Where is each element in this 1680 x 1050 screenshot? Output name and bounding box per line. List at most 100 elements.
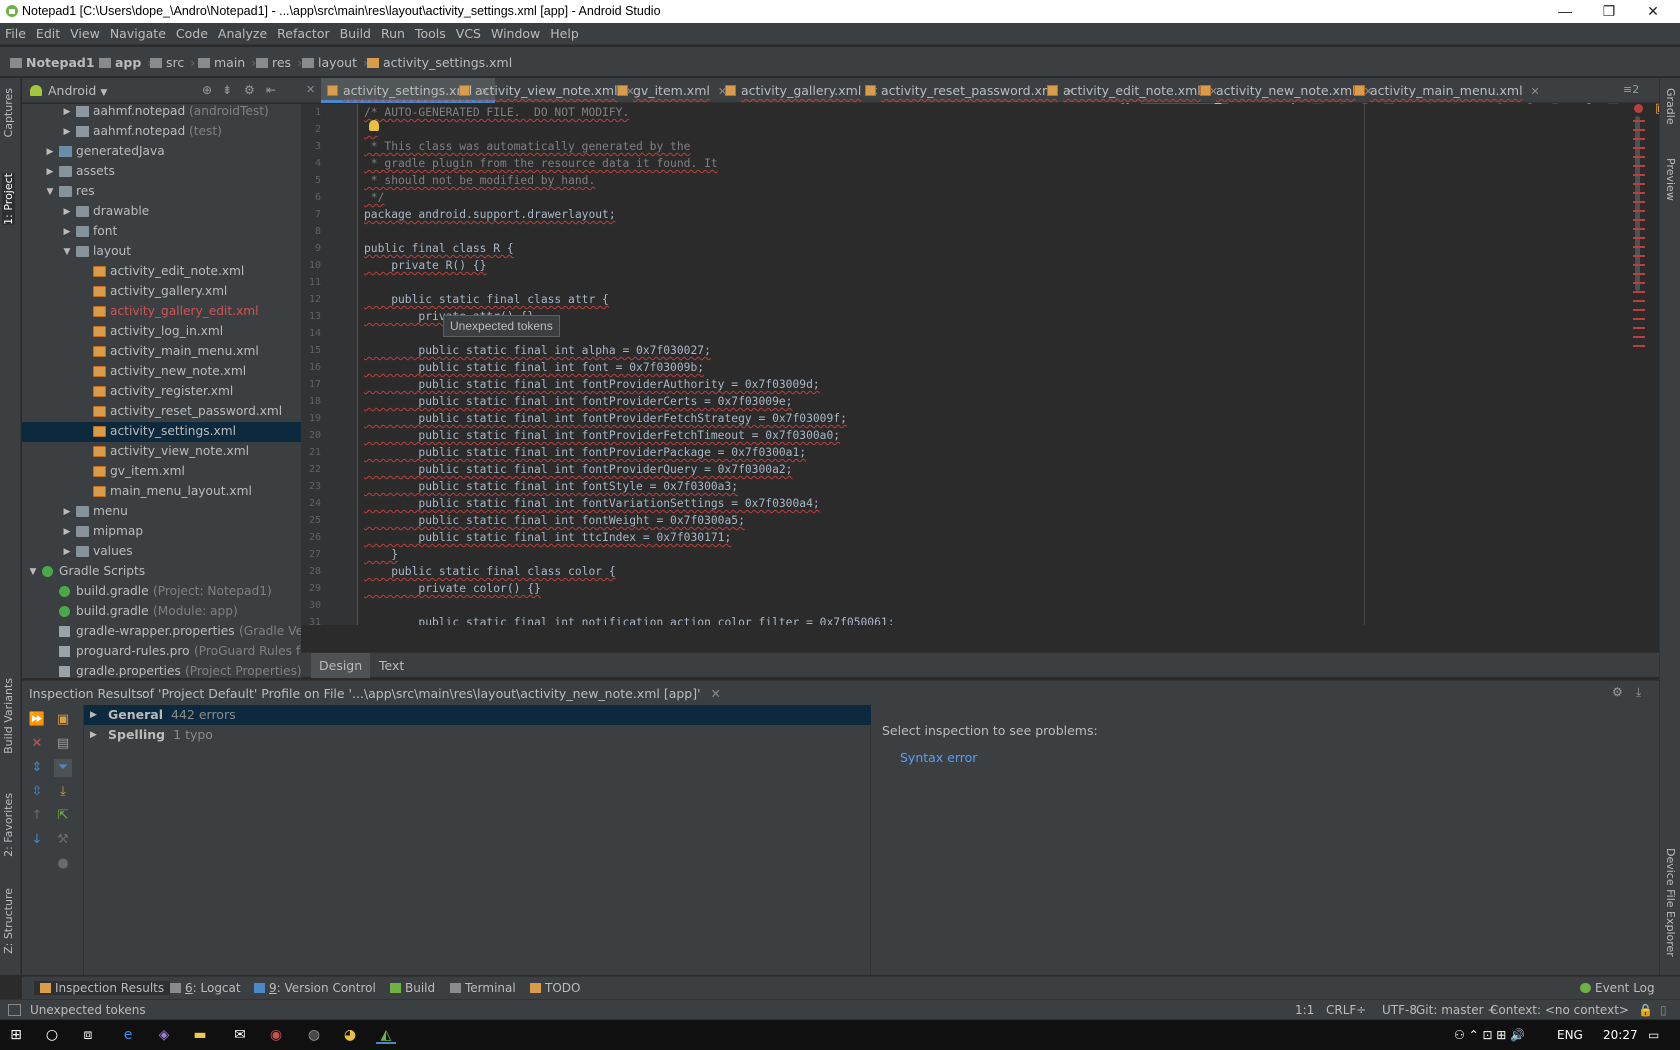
file-explorer-icon[interactable]: ▬ bbox=[190, 1026, 210, 1044]
expand-arrow-icon[interactable]: ▶ bbox=[62, 503, 72, 522]
close-icon[interactable]: ✕ bbox=[711, 686, 721, 701]
tab-design[interactable]: Design bbox=[311, 653, 371, 678]
lightbulb-icon[interactable]: ● bbox=[54, 855, 72, 873]
favorites-tab[interactable]: 2: Favorites bbox=[2, 793, 15, 857]
tree-node[interactable]: ▶ aahmf.notepad (androidTest) bbox=[22, 104, 301, 122]
tree-node[interactable]: activity_new_note.xml bbox=[22, 362, 301, 382]
error-marker[interactable] bbox=[1633, 192, 1645, 194]
tree-node[interactable]: activity_settings.xml bbox=[22, 422, 301, 442]
expand-arrow-icon[interactable]: ▶ bbox=[45, 163, 55, 182]
error-marker[interactable] bbox=[1633, 327, 1645, 329]
arrow-down-icon[interactable]: ↓ bbox=[28, 831, 46, 849]
error-marker[interactable] bbox=[1633, 318, 1645, 320]
import-icon[interactable]: ⤓ bbox=[54, 783, 72, 801]
breadcrumb-app[interactable]: app› bbox=[99, 55, 152, 70]
clock[interactable]: 20:27 bbox=[1603, 1028, 1638, 1042]
tab-terminal[interactable]: Terminal bbox=[450, 981, 516, 995]
editor-tab[interactable]: gv_item.xml ✕ bbox=[611, 78, 733, 103]
android-studio-taskbar-icon[interactable]: ◭ bbox=[376, 1026, 396, 1044]
event-log-button[interactable]: Event Log bbox=[1580, 981, 1655, 995]
error-marker[interactable] bbox=[1633, 336, 1645, 338]
project-view-select[interactable]: Android ▼ bbox=[30, 83, 107, 98]
caret-position[interactable]: 1:1 bbox=[1295, 1003, 1314, 1017]
gear-icon[interactable]: ⚙ bbox=[244, 83, 255, 97]
project-tab[interactable]: 1: Project bbox=[2, 173, 15, 225]
menu-tools[interactable]: Tools bbox=[410, 23, 451, 41]
quick-fix-icon[interactable]: ⚒ bbox=[54, 831, 72, 849]
inspection-group-general[interactable]: ▶ General 442 errors bbox=[84, 705, 871, 725]
tree-node[interactable]: ▶ aahmf.notepad (test) bbox=[22, 122, 301, 142]
filter-icon[interactable]: ⏷ bbox=[54, 759, 72, 777]
close-icon[interactable]: ✕ bbox=[306, 83, 315, 96]
error-marker[interactable] bbox=[1633, 345, 1645, 347]
menu-analyze[interactable]: Analyze bbox=[213, 23, 272, 41]
tree-node[interactable]: activity_gallery_edit.xml bbox=[22, 302, 301, 322]
lightbulb-icon[interactable] bbox=[369, 120, 379, 131]
menu-edit[interactable]: Edit bbox=[31, 23, 65, 41]
windows-start-icon[interactable]: ⊞ bbox=[6, 1026, 26, 1044]
error-marker[interactable] bbox=[1633, 309, 1645, 311]
collapse-arrow-icon[interactable]: ▼ bbox=[45, 183, 55, 202]
tree-node[interactable]: ▶ values bbox=[22, 542, 301, 562]
mail-icon[interactable]: ✉ bbox=[230, 1026, 250, 1044]
tab-inspection-results[interactable]: Inspection Results bbox=[34, 981, 171, 995]
context-indicator[interactable]: Context: <no context> bbox=[1490, 1003, 1629, 1017]
tree-node[interactable]: ▶ generatedJava bbox=[22, 142, 301, 162]
breadcrumb-project[interactable]: Notepad1› bbox=[10, 55, 106, 70]
error-marker[interactable] bbox=[1633, 219, 1645, 221]
tree-node[interactable]: activity_view_note.xml bbox=[22, 442, 301, 462]
error-marker[interactable] bbox=[1633, 183, 1645, 185]
collapse-arrow-icon[interactable]: ▼ bbox=[62, 243, 72, 262]
notifications-icon[interactable]: ▭ bbox=[1648, 1028, 1659, 1042]
breadcrumb-layout[interactable]: layout › bbox=[302, 55, 368, 70]
error-marker[interactable] bbox=[1633, 147, 1645, 149]
tree-node[interactable]: activity_register.xml bbox=[22, 382, 301, 402]
structure-tab[interactable]: Z: Structure bbox=[2, 888, 15, 954]
export-icon[interactable]: ▣ bbox=[54, 711, 72, 729]
tree-node[interactable]: ▶ drawable bbox=[22, 202, 301, 222]
menu-help[interactable]: Help bbox=[545, 23, 584, 41]
tree-node[interactable]: activity_edit_note.xml bbox=[22, 262, 301, 282]
tree-node[interactable]: ▶ assets bbox=[22, 162, 301, 182]
error-marker[interactable] bbox=[1633, 201, 1645, 203]
expand-arrow-icon[interactable]: ▶ bbox=[62, 223, 72, 242]
tree-node[interactable]: activity_log_in.xml bbox=[22, 322, 301, 342]
memory-icon[interactable]: ▯ bbox=[1660, 1003, 1667, 1017]
tree-node[interactable]: activity_main_menu.xml bbox=[22, 342, 301, 362]
expand-arrow-icon[interactable]: ▶ bbox=[45, 143, 55, 162]
open-editor-icon[interactable]: ⇱ bbox=[54, 807, 72, 825]
expand-all-icon[interactable]: ⇕ bbox=[28, 759, 46, 777]
error-marker[interactable] bbox=[1633, 156, 1645, 158]
menu-refactor[interactable]: Refactor bbox=[272, 23, 334, 41]
error-marker[interactable] bbox=[1633, 228, 1645, 230]
error-marker[interactable] bbox=[1633, 210, 1645, 212]
inspection-group-spelling[interactable]: ▶ Spelling 1 typo bbox=[84, 725, 871, 745]
tree-node[interactable]: ▼ Gradle Scripts bbox=[22, 562, 301, 582]
locate-icon[interactable]: ⊕ bbox=[202, 83, 212, 97]
error-marker[interactable] bbox=[1633, 165, 1645, 167]
search-icon[interactable]: ○ bbox=[42, 1026, 62, 1044]
tray-icons[interactable]: ⚇ ⌃ ⊡ ⊞ 🔊 bbox=[1454, 1028, 1525, 1042]
tab-logcat[interactable]: 6: Logcat bbox=[170, 981, 241, 995]
tree-node[interactable]: ▶ mipmap bbox=[22, 522, 301, 542]
tree-node[interactable]: ▼ layout bbox=[22, 242, 301, 262]
expand-arrow-icon[interactable]: ▶ bbox=[62, 104, 72, 122]
close-button[interactable]: ✕ bbox=[1631, 0, 1675, 23]
breadcrumb-main[interactable]: main › bbox=[198, 55, 256, 70]
tree-node[interactable]: build.gradle (Module: app) bbox=[22, 602, 301, 622]
error-marker[interactable] bbox=[1633, 291, 1645, 293]
expand-arrow-icon[interactable]: ▶ bbox=[62, 543, 72, 562]
device-file-explorer-tab[interactable]: Device File Explorer bbox=[1664, 848, 1677, 957]
collapse-all-icon[interactable]: ⇳ bbox=[28, 783, 46, 801]
menu-run[interactable]: Run bbox=[376, 23, 410, 41]
rerun-icon[interactable]: ⏩ bbox=[28, 711, 46, 729]
git-branch[interactable]: Git: master ÷ bbox=[1416, 1003, 1497, 1017]
gear-icon[interactable]: ⚙ bbox=[1612, 685, 1623, 699]
tab-version-control[interactable]: 9: Version Control bbox=[254, 981, 376, 995]
menu-file[interactable]: File bbox=[0, 23, 31, 41]
error-marker[interactable] bbox=[1633, 174, 1645, 176]
expand-arrow-icon[interactable]: ▶ bbox=[62, 123, 72, 142]
menu-view[interactable]: View bbox=[65, 23, 105, 41]
tab-overflow-button[interactable]: ≡2 bbox=[1623, 83, 1639, 96]
edge-icon[interactable]: e bbox=[118, 1026, 138, 1044]
